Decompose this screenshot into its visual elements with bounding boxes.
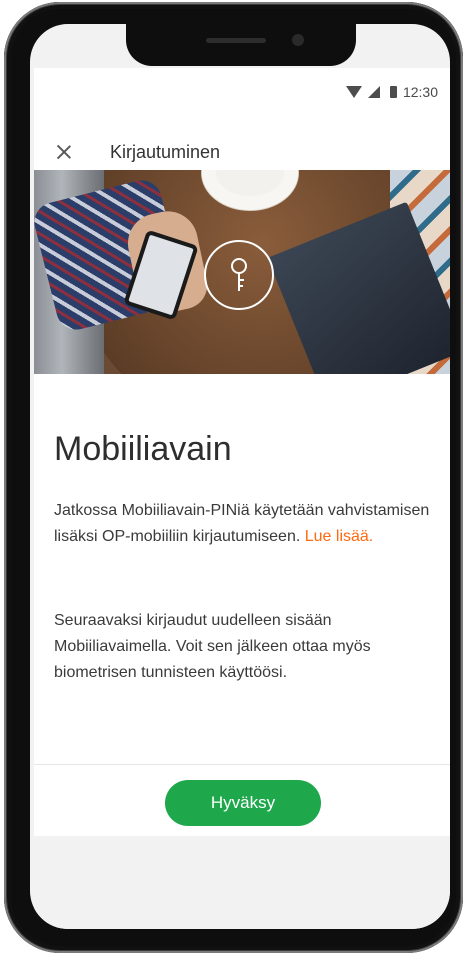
phone-notch: [126, 24, 356, 66]
bottom-empty-area: [34, 836, 450, 929]
phone-frame: 12:30 Kirjautuminen Mobiiliavain Jatkoss…: [4, 2, 463, 953]
top-bar: Kirjautuminen: [34, 130, 450, 174]
accept-button[interactable]: Hyväksy: [165, 780, 321, 826]
footer-divider: [34, 764, 450, 765]
hero-image: [34, 170, 450, 374]
close-icon[interactable]: [52, 140, 76, 164]
phone-screen: 12:30 Kirjautuminen Mobiiliavain Jatkoss…: [30, 24, 450, 929]
info-paragraph: Jatkossa Mobiiliavain-PINiä käytetään va…: [54, 498, 434, 550]
page-title: Kirjautuminen: [110, 141, 221, 162]
front-camera: [292, 34, 304, 46]
instruction-paragraph: Seuraavaksi kirjaudut uudelleen sisään M…: [54, 612, 371, 681]
signal-icon: [367, 86, 380, 98]
battery-icon: [389, 86, 397, 98]
app-view: 12:30 Kirjautuminen Mobiiliavain Jatkoss…: [34, 68, 450, 836]
status-bar: 12:30: [345, 84, 438, 100]
key-icon: [204, 240, 274, 310]
read-more-link[interactable]: Lue lisää.: [305, 528, 374, 545]
speaker-grille: [206, 38, 266, 43]
wifi-icon: [345, 86, 362, 98]
status-time: 12:30: [402, 84, 438, 100]
main-heading: Mobiiliavain: [54, 430, 232, 468]
